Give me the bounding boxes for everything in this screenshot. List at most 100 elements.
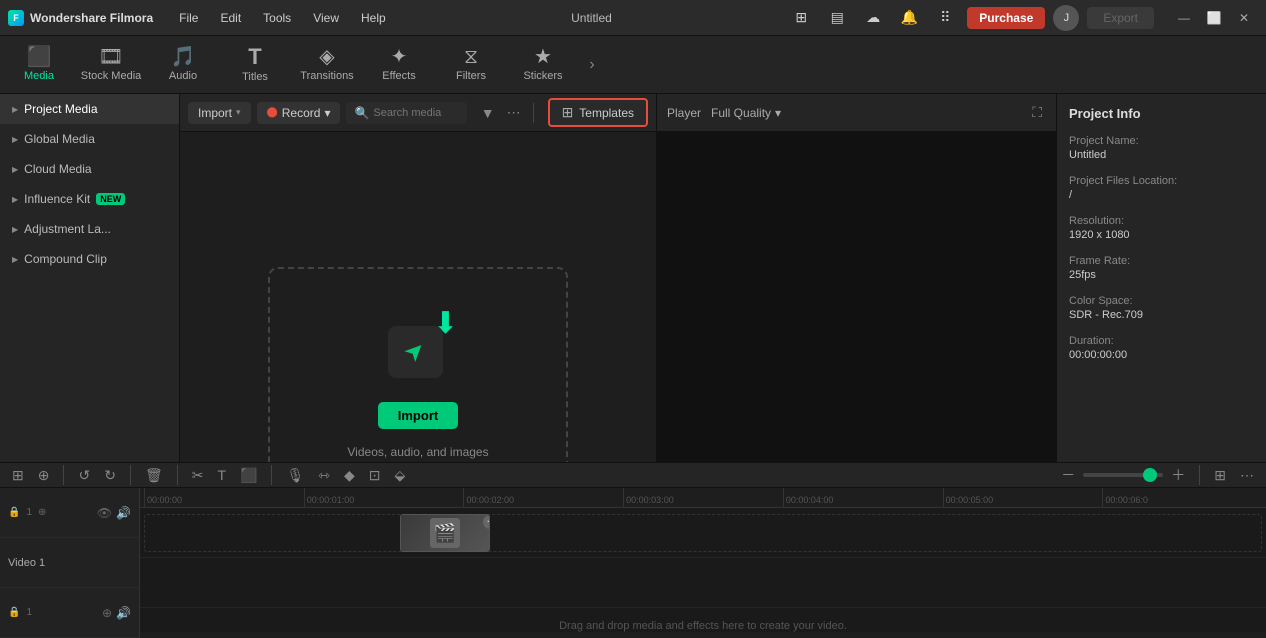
stock-media-icon: 🎞 — [98, 47, 123, 67]
media-icon: ⬛ — [27, 47, 52, 67]
fullscreen-icon[interactable]: ⛶ — [1028, 102, 1046, 123]
record-dot-icon: ⬤ — [267, 107, 278, 118]
audio-record-icon[interactable]: 🎙 — [282, 465, 308, 486]
more-timeline-icon[interactable]: ⋯ — [1236, 465, 1258, 486]
apps-icon[interactable]: ⠿ — [931, 4, 959, 32]
window-controls: — ⬜ ✕ — [1170, 4, 1258, 32]
info-project-name-value: Untitled — [1069, 149, 1254, 161]
cloud-icon[interactable]: ☁ — [859, 4, 887, 32]
sidebar-item-influence-kit[interactable]: ▶ Influence Kit NEW — [0, 184, 179, 214]
more-options-icon[interactable]: ⋯ — [503, 102, 525, 123]
toolbar-more-button[interactable]: › — [580, 39, 604, 91]
bell-icon[interactable]: 🔔 — [895, 4, 923, 32]
timeline-magnet-icon[interactable]: ⊕ — [34, 465, 54, 486]
ruler-mark-0: 00:00:00 — [144, 488, 304, 507]
menu-view[interactable]: View — [303, 7, 349, 29]
toolbar-filters-label: Filters — [456, 70, 486, 82]
arrow-icon: ▶ — [12, 165, 18, 174]
toolbar-media[interactable]: ⬛ Media — [4, 39, 74, 91]
placeholder-track — [144, 514, 1262, 552]
menu-help[interactable]: Help — [351, 7, 396, 29]
import-area-button[interactable]: Import — [378, 402, 458, 429]
minimize-button[interactable]: — — [1170, 4, 1198, 32]
audio-track-1: 1 — [26, 607, 32, 618]
sidebar-item-global-media[interactable]: ▶ Global Media — [0, 124, 179, 154]
sidebar-item-cloud-media[interactable]: ▶ Cloud Media — [0, 154, 179, 184]
user-avatar[interactable]: J — [1053, 5, 1079, 31]
layout-icon[interactable]: ⊞ — [787, 4, 815, 32]
app-logo-icon: F — [8, 10, 24, 26]
sidebar-item-adjustment[interactable]: ▶ Adjustment La... — [0, 214, 179, 244]
sidebar-compound-clip-label: Compound Clip — [24, 252, 107, 266]
tl-divider-1 — [63, 465, 64, 485]
export-button[interactable]: Export — [1087, 7, 1154, 29]
audio-track-row — [140, 558, 1266, 608]
keyframe-icon[interactable]: ◆ — [340, 465, 359, 486]
zoom-thumb — [1143, 468, 1157, 482]
import-logo: ⬇ ➤ — [378, 306, 458, 386]
add-track-icon[interactable]: ⊕ — [38, 507, 46, 518]
toolbar-stock-media[interactable]: 🎞 Stock Media — [76, 39, 146, 91]
info-project-files: Project Files Location: / — [1069, 175, 1254, 201]
record-button[interactable]: ⬤ Record ▾ — [257, 102, 341, 124]
crop-icon[interactable]: ⬛ — [236, 465, 261, 486]
delete-icon[interactable]: 🗑 — [141, 465, 167, 486]
sidebar-adjustment-label: Adjustment La... — [24, 222, 111, 236]
split-audio-icon[interactable]: ⇿ — [314, 465, 334, 486]
grid-view-icon[interactable]: ⊞ — [1210, 465, 1230, 486]
toolbar-titles[interactable]: T Titles — [220, 39, 290, 91]
video-clip[interactable]: 🎬 + — [400, 514, 490, 552]
ruler-marks: 00:00:00 00:00:01:00 00:00:02:00 00:00:0… — [140, 488, 1266, 507]
clip-add-button[interactable]: + — [483, 515, 490, 529]
media-toolbar: Import ▾ ⬤ Record ▾ 🔍 ▼ ⋯ ⊞ Templates — [180, 94, 656, 132]
audio-track-mute-icon[interactable]: 🔊 — [116, 606, 131, 620]
timeline-content: 🔒 1 ⊕ 👁 🔊 Video 1 🔒 1 ⊕ 🔊 — [0, 488, 1266, 638]
info-duration: Duration: 00:00:00:00 — [1069, 335, 1254, 361]
info-files-label: Project Files Location: — [1069, 175, 1254, 187]
timeline-ruler[interactable]: 00:00:00 00:00:01:00 00:00:02:00 00:00:0… — [140, 488, 1266, 508]
toolbar-transitions-label: Transitions — [300, 70, 353, 82]
undo-icon[interactable]: ↺ — [74, 465, 94, 486]
menu-edit[interactable]: Edit — [210, 7, 251, 29]
subtitle-icon[interactable]: ⊡ — [365, 465, 385, 486]
toolbar-filters[interactable]: ⧖ Filters — [436, 39, 506, 91]
toolbar-stickers-label: Stickers — [523, 70, 562, 82]
quality-selector[interactable]: Full Quality ▾ — [711, 106, 781, 120]
color-icon[interactable]: ⬙ — [390, 465, 409, 486]
timeline-scenes-icon[interactable]: ⊞ — [8, 465, 28, 486]
toolbar-stickers[interactable]: ★ Stickers — [508, 39, 578, 91]
audio-track-add-icon[interactable]: ⊕ — [102, 606, 112, 620]
zoom-in-icon[interactable]: ＋ — [1167, 463, 1189, 487]
zoom-out-icon[interactable]: － — [1057, 463, 1079, 487]
arrow-icon: ▶ — [12, 225, 18, 234]
toolbar-media-label: Media — [24, 70, 54, 82]
filmstrip-icon[interactable]: ▤ — [823, 4, 851, 32]
maximize-button[interactable]: ⬜ — [1200, 4, 1228, 32]
close-button[interactable]: ✕ — [1230, 4, 1258, 32]
track-audio-icon[interactable]: 🔊 — [116, 506, 131, 520]
search-input[interactable] — [373, 107, 458, 119]
sidebar-item-project-media[interactable]: ▶ Project Media — [0, 94, 179, 124]
purchase-button[interactable]: Purchase — [967, 7, 1045, 29]
search-box[interactable]: 🔍 — [346, 102, 466, 124]
menu-file[interactable]: File — [169, 7, 208, 29]
import-button[interactable]: Import ▾ — [188, 102, 251, 124]
text-icon[interactable]: T — [213, 465, 230, 485]
track-visible-icon[interactable]: 👁 — [97, 506, 112, 520]
toolbar-effects[interactable]: ✦ Effects — [364, 39, 434, 91]
zoom-bar[interactable] — [1083, 473, 1163, 477]
toolbar-transitions[interactable]: ◈ Transitions — [292, 39, 362, 91]
video-track-row: 🎬 + — [140, 508, 1266, 558]
filter-icon[interactable]: ▼ — [477, 103, 499, 123]
clip-thumbnail: 🎬 — [430, 518, 460, 548]
templates-button[interactable]: ⊞ Templates — [548, 98, 648, 127]
app-name: Wondershare Filmora — [30, 11, 153, 25]
toolbar-audio[interactable]: 🎵 Audio — [148, 39, 218, 91]
sidebar-cloud-media-label: Cloud Media — [24, 162, 91, 176]
redo-icon[interactable]: ↻ — [100, 465, 120, 486]
menu-tools[interactable]: Tools — [253, 7, 301, 29]
sidebar-item-compound-clip[interactable]: ▶ Compound Clip — [0, 244, 179, 274]
titlebar-right: ⊞ ▤ ☁ 🔔 ⠿ Purchase J Export — ⬜ ✕ — [787, 4, 1258, 32]
logo-backdrop: ➤ — [388, 326, 443, 378]
cut-icon[interactable]: ✂ — [188, 465, 208, 486]
